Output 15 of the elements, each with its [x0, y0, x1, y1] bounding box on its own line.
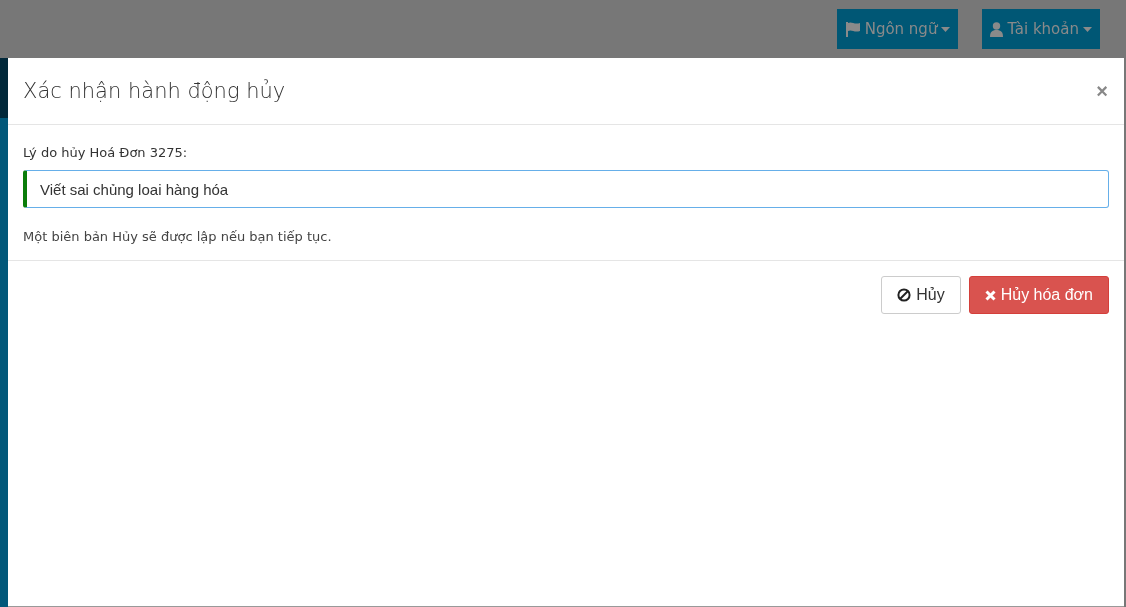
close-button[interactable]: × [1096, 79, 1108, 103]
cancel-invoice-button[interactable]: Hủy hóa đơn [968, 276, 1109, 314]
dialog-title: Xác nhận hành động hủy [23, 79, 286, 103]
flag-icon [844, 21, 861, 37]
ban-icon [897, 288, 912, 302]
language-menu-button[interactable]: Ngôn ngữ [836, 9, 959, 49]
reason-input-field[interactable]: Viết sai chủng loai hàng hóa [23, 170, 1109, 208]
caret-icon [1083, 26, 1092, 32]
field-label: Lý do hủy Hoá Đơn 3275: [23, 145, 189, 160]
info-text: Một biên bản Hủy sẽ được lập nếu bạn tiếp tục. [23, 229, 333, 244]
close-icon [984, 289, 996, 301]
caret-icon [941, 26, 951, 32]
user-icon [990, 21, 1004, 37]
cancel-button[interactable]: Hủy [881, 276, 961, 314]
account-menu-button[interactable]: Tài khoản [982, 9, 1100, 49]
